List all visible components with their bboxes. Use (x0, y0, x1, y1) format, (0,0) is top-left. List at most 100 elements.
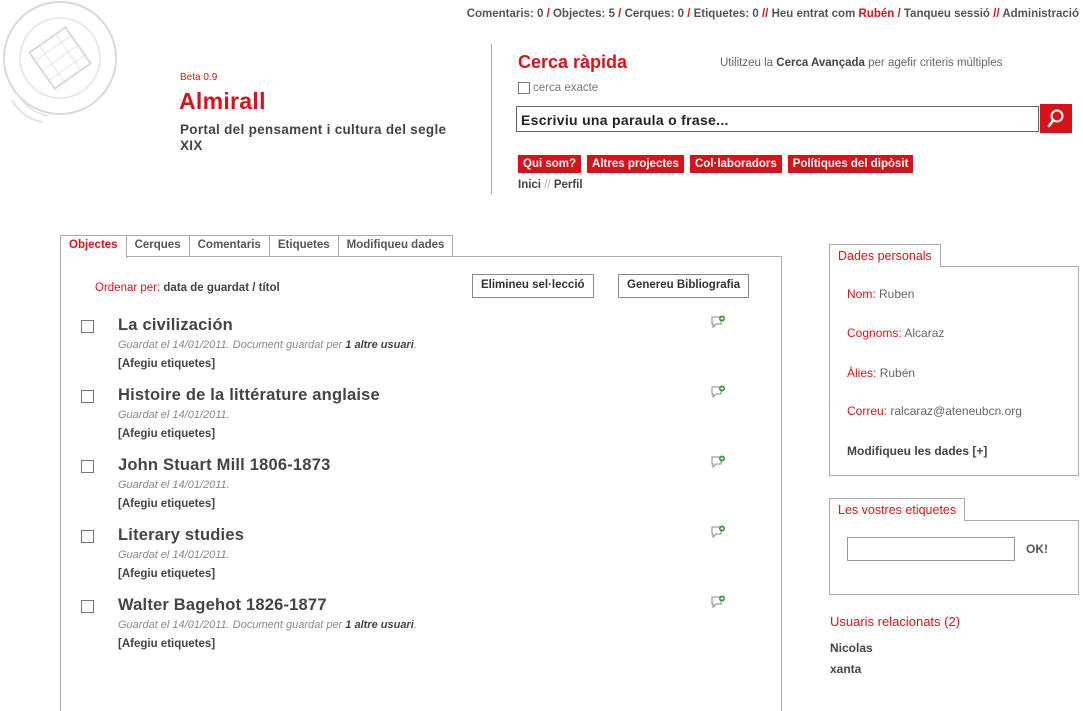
surname-value: Alcaraz (904, 326, 945, 340)
item-meta-end: . (413, 339, 417, 351)
site-tagline: Portal del pensament i cultura del segle… (180, 122, 447, 153)
hint-suffix: per agefir criteris múltiples (868, 57, 1003, 69)
item-title[interactable]: Walter Bagehot 1826-1877 (118, 596, 327, 615)
personal-name: Nom: Ruben (847, 287, 914, 301)
item-checkbox[interactable] (81, 530, 94, 543)
tab-comments[interactable]: Comentaris (188, 235, 270, 257)
alias-value: Rubén (879, 366, 916, 380)
breadcrumb-separator: // (544, 179, 551, 191)
item-meta: Guardat el 14/01/2011. (118, 549, 230, 561)
related-user[interactable]: Nicolas (830, 641, 873, 655)
tab-modify-data[interactable]: Modifiqueu dades (337, 235, 454, 257)
tab-searches[interactable]: Cerques (125, 235, 190, 257)
nav-about[interactable]: Qui som? (518, 155, 582, 173)
profile-tabs: Objectes Cerques Comentaris Etiquetes Mo… (60, 235, 454, 258)
version-label: Beta 0.9 (180, 72, 218, 83)
add-tags-link[interactable]: [Afegiu etiquetes] (118, 358, 215, 370)
tab-tags[interactable]: Etiquetes (268, 235, 339, 257)
quick-search-input[interactable]: Escriviu una paraula o frase... (516, 106, 1039, 132)
nav-collaborators[interactable]: Col·laboradors (689, 155, 782, 173)
related-users-title: Usuaris relacionats (2) (830, 614, 961, 629)
logged-in-label: Heu entrat com (771, 8, 856, 20)
item-meta: Guardat el 14/01/2011. Document guardat … (118, 619, 417, 631)
item-meta: Guardat el 14/01/2011. Document guardat … (118, 339, 417, 351)
tags-count[interactable]: Etiquetes: 0 (694, 8, 759, 20)
item-title[interactable]: La civilización (118, 316, 233, 335)
sort-by-date[interactable]: data de guardat (163, 282, 249, 294)
item-saved-date: Guardat el 14/01/2011. Document guardat … (118, 619, 343, 631)
comment-add-icon[interactable] (710, 595, 726, 609)
personal-surname: Cognoms: Alcaraz (847, 326, 944, 340)
add-tags-link[interactable]: [Afegiu etiquetes] (118, 568, 215, 580)
personal-alias: Àlies: Rubén (847, 366, 915, 380)
advanced-search-hint: Utilitzeu la Cerca Avançada per agefir c… (720, 57, 1002, 69)
name-label: Nom: (847, 287, 876, 301)
tag-input[interactable] (847, 537, 1015, 561)
tab-objects[interactable]: Objectes (60, 235, 127, 258)
surname-label: Cognoms: (847, 326, 902, 340)
nav-deposit-policies[interactable]: Polítiques del dipòsit (787, 155, 914, 173)
objects-count[interactable]: Objectes: 5 (553, 8, 615, 20)
sort-options: Ordenar per: data de guardat / títol (95, 282, 280, 294)
generate-bibliography-button[interactable]: Genereu Bibliografia (618, 274, 750, 298)
email-label: Correu: (847, 404, 888, 418)
search-icon (1047, 109, 1064, 127)
delete-selection-button[interactable]: Elimineu sel·lecció (472, 274, 594, 298)
breadcrumb-home[interactable]: Inici (518, 179, 541, 191)
item-saved-date: Guardat el 14/01/2011. (118, 479, 230, 491)
quick-search-title: Cerca ràpida (518, 52, 628, 72)
item-title[interactable]: Literary studies (118, 526, 244, 545)
item-checkbox[interactable] (81, 460, 94, 473)
search-button[interactable] (1040, 104, 1072, 133)
ateneu-seal-logo (3, 1, 117, 123)
sort-by-title[interactable]: títol (259, 282, 280, 294)
item-title[interactable]: Histoire de la littérature anglaise (118, 386, 380, 405)
account-status-bar: Comentaris: 0 / Objectes: 5 / Cerques: 0… (466, 8, 1079, 20)
admin-link[interactable]: Administració (1002, 8, 1079, 20)
item-checkbox[interactable] (81, 320, 94, 333)
item-meta: Guardat el 14/01/2011. (118, 479, 230, 491)
breadcrumb: Inici // Perfil (518, 179, 583, 191)
main-nav: Qui som? Altres projectes Col·laboradors… (518, 155, 914, 173)
item-checkbox[interactable] (81, 600, 94, 613)
advanced-search-link[interactable]: Cerca Avançada (776, 57, 865, 69)
tab-personal-data[interactable]: Dades personals (829, 244, 941, 267)
item-other-users-link[interactable]: 1 altre usuari (345, 619, 413, 631)
item-other-users-link[interactable]: 1 altre usuari (345, 339, 413, 351)
exact-search-checkbox[interactable] (518, 82, 530, 94)
item-meta-end: . (413, 619, 417, 631)
item-saved-date: Guardat el 14/01/2011. (118, 549, 230, 561)
header-divider (491, 44, 492, 194)
sort-label: Ordenar per: (95, 282, 161, 294)
alias-label: Àlies: (847, 366, 877, 380)
modify-data-link[interactable]: Modifiqueu les dades [+] (847, 444, 987, 458)
add-tags-link[interactable]: [Afegiu etiquetes] (118, 428, 215, 440)
comment-add-icon[interactable] (710, 455, 726, 469)
site-title[interactable]: Almirall (179, 88, 266, 115)
add-tags-link[interactable]: [Afegiu etiquetes] (118, 498, 215, 510)
personal-email: Correu: ralcaraz@ateneubcn.org (847, 404, 1022, 418)
exact-search-label: cerca exacte (533, 82, 599, 94)
tab-user-tags[interactable]: Les vostres etiquetes (829, 498, 966, 521)
item-saved-date: Guardat el 14/01/2011. Document guardat … (118, 339, 343, 351)
item-title[interactable]: John Stuart Mill 1806-1873 (118, 456, 330, 475)
searches-count[interactable]: Cerques: 0 (625, 8, 684, 20)
comment-add-icon[interactable] (710, 525, 726, 539)
tag-ok-button[interactable]: OK! (1026, 542, 1048, 556)
comments-count[interactable]: Comentaris: 0 (467, 8, 544, 20)
logout-link[interactable]: Tanqueu sessió (904, 8, 990, 20)
sort-separator: / (252, 282, 256, 294)
nav-other-projects[interactable]: Altres projectes (587, 155, 684, 173)
comment-add-icon[interactable] (710, 315, 726, 329)
add-tags-link[interactable]: [Afegiu etiquetes] (118, 638, 215, 650)
item-meta: Guardat el 14/01/2011. (118, 409, 230, 421)
comment-add-icon[interactable] (710, 385, 726, 399)
item-checkbox[interactable] (81, 390, 94, 403)
email-value: ralcaraz@ateneubcn.org (890, 404, 1022, 418)
exact-search-option[interactable]: cerca exacte (518, 82, 598, 94)
hint-prefix: Utilitzeu la (720, 57, 774, 69)
user-link[interactable]: Rubén (859, 8, 895, 20)
related-user[interactable]: xanta (830, 662, 861, 676)
item-saved-date: Guardat el 14/01/2011. (118, 409, 230, 421)
name-value: Ruben (879, 287, 915, 301)
